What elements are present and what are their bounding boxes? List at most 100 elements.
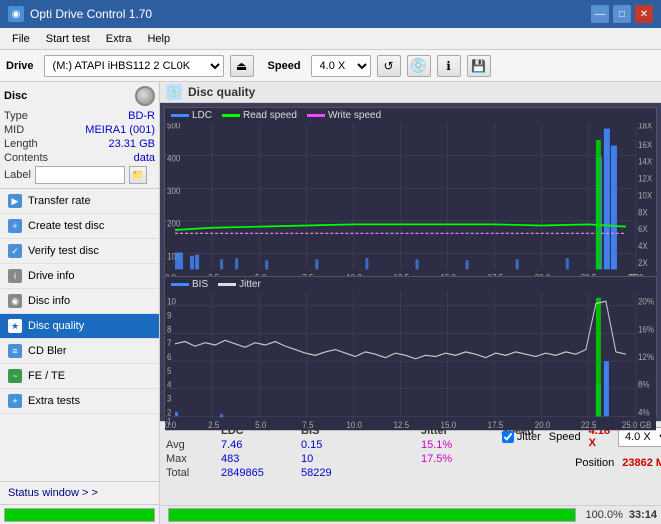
svg-text:6X: 6X <box>638 224 648 235</box>
position-label: Position <box>575 457 614 469</box>
info-button[interactable]: ℹ <box>437 55 461 77</box>
avg-label: Avg <box>166 439 201 451</box>
sidebar-item-cd-bler[interactable]: ≡ CD Bler <box>0 339 159 364</box>
charts-wrapper: LDC Read speed Write speed <box>160 103 661 421</box>
svg-text:9: 9 <box>167 310 172 321</box>
svg-text:15.0: 15.0 <box>441 420 457 431</box>
menu-extra[interactable]: Extra <box>98 31 140 47</box>
sidebar-item-fe-te[interactable]: ~ FE / TE <box>0 364 159 389</box>
svg-text:4%: 4% <box>638 407 650 418</box>
status-window-button[interactable]: Status window > > <box>0 481 159 504</box>
toolbar: Drive (M:) ATAPI iHBS112 2 CL0K ⏏ Speed … <box>0 50 661 82</box>
disc-info-icon: ◉ <box>8 294 22 308</box>
minimize-button[interactable]: — <box>591 5 609 23</box>
total-bis: 58229 <box>301 467 361 479</box>
burn-button[interactable]: 💿 <box>407 55 431 77</box>
position-value: 23862 MB <box>622 457 661 469</box>
bis-legend: BIS Jitter <box>165 277 656 292</box>
refresh-button[interactable]: ↺ <box>377 55 401 77</box>
svg-text:7: 7 <box>167 338 172 349</box>
sidebar-item-create-test-disc[interactable]: + Create test disc <box>0 214 159 239</box>
read-legend-color <box>222 114 240 117</box>
max-jitter: 17.5% <box>421 453 481 465</box>
label-input[interactable] <box>35 166 125 184</box>
svg-text:12X: 12X <box>638 173 653 184</box>
avg-jitter: 15.1% <box>421 439 481 451</box>
ldc-chart: LDC Read speed Write speed <box>164 107 657 272</box>
svg-text:5.0: 5.0 <box>255 420 266 431</box>
label-browse-button[interactable]: 📁 <box>129 166 147 184</box>
sidebar-item-verify-test-disc[interactable]: ✓ Verify test disc <box>0 239 159 264</box>
max-label: Max <box>166 453 201 465</box>
title-bar: ◉ Opti Drive Control 1.70 — □ ✕ <box>0 0 661 28</box>
svg-text:12.5: 12.5 <box>393 420 409 431</box>
content-progress-track <box>168 508 576 522</box>
maximize-button[interactable]: □ <box>613 5 631 23</box>
content-area: 💿 Disc quality LDC Read speed <box>160 82 661 524</box>
svg-text:16%: 16% <box>638 324 654 335</box>
app-window: ◉ Opti Drive Control 1.70 — □ ✕ File Sta… <box>0 0 661 524</box>
chart-header-icon: 💿 <box>166 84 182 100</box>
mid-label: MID <box>4 124 24 136</box>
length-value: 23.31 GB <box>109 138 155 150</box>
ldc-legend: LDC Read speed Write speed <box>165 108 656 123</box>
contents-value: data <box>134 152 155 164</box>
svg-text:8%: 8% <box>638 379 650 390</box>
drive-select[interactable]: (M:) ATAPI iHBS112 2 CL0K <box>44 55 224 77</box>
sidebar-item-disc-quality[interactable]: ★ Disc quality <box>0 314 159 339</box>
svg-text:2X: 2X <box>638 258 648 269</box>
save-button[interactable]: 💾 <box>467 55 491 77</box>
svg-text:400: 400 <box>167 153 181 164</box>
menu-file[interactable]: File <box>4 31 38 47</box>
mid-value: MEIRA1 (001) <box>85 124 155 136</box>
close-button[interactable]: ✕ <box>635 5 653 23</box>
sidebar-progress <box>0 504 159 524</box>
sidebar-item-disc-info[interactable]: ◉ Disc info <box>0 289 159 314</box>
speed-select[interactable]: 4.0 X <box>311 55 371 77</box>
svg-text:10X: 10X <box>638 190 653 201</box>
sidebar-item-drive-info[interactable]: i Drive info <box>0 264 159 289</box>
svg-text:4X: 4X <box>638 241 648 252</box>
eject-button[interactable]: ⏏ <box>230 55 254 77</box>
menu-help[interactable]: Help <box>139 31 178 47</box>
total-label: Total <box>166 467 201 479</box>
stats-right: Jitter Speed 4.18 X 4.0 X Start full Pos… <box>561 425 661 489</box>
drive-label: Drive <box>6 60 34 72</box>
menu-start-test[interactable]: Start test <box>38 31 98 47</box>
bis-legend-color <box>171 283 189 286</box>
svg-text:5: 5 <box>167 366 172 377</box>
svg-text:3: 3 <box>167 393 172 404</box>
bis-legend-label: BIS <box>192 279 208 290</box>
label-label: Label <box>4 169 31 181</box>
content-footer: 100.0% 33:14 <box>160 505 661 524</box>
write-legend-color <box>307 114 325 117</box>
write-legend-label: Write speed <box>328 110 381 121</box>
main-container: Disc Type BD-R MID MEIRA1 (001) Length 2… <box>0 82 661 524</box>
svg-text:7.5: 7.5 <box>302 420 313 431</box>
read-legend-label: Read speed <box>243 110 297 121</box>
jitter-legend-color <box>218 283 236 286</box>
disc-icon[interactable] <box>135 86 155 106</box>
svg-text:22.5: 22.5 <box>581 420 597 431</box>
progress-fill <box>5 509 154 521</box>
sidebar-item-extra-tests[interactable]: + Extra tests <box>0 389 159 414</box>
type-value: BD-R <box>128 110 155 122</box>
disc-title: Disc <box>4 90 27 102</box>
time-display: 33:14 <box>629 509 657 521</box>
svg-text:20.0: 20.0 <box>535 420 551 431</box>
bis-chart-svg: 10 9 8 7 6 5 4 3 2 1 20% 16% 12% <box>165 292 656 430</box>
sidebar-item-transfer-rate[interactable]: ▶ Transfer rate <box>0 189 159 214</box>
svg-text:18X: 18X <box>638 123 653 131</box>
svg-text:10: 10 <box>167 296 176 307</box>
chart-header: 💿 Disc quality <box>160 82 661 103</box>
app-icon: ◉ <box>8 6 24 22</box>
jitter-legend-label: Jitter <box>239 279 261 290</box>
type-label: Type <box>4 110 28 122</box>
window-controls: — □ ✕ <box>591 5 653 23</box>
speed-label: Speed <box>268 60 301 72</box>
svg-text:20%: 20% <box>638 296 654 307</box>
fe-te-icon: ~ <box>8 369 22 383</box>
status-window-label: Status window > > <box>8 487 98 499</box>
avg-ldc: 7.46 <box>221 439 281 451</box>
svg-text:17.5: 17.5 <box>488 420 504 431</box>
